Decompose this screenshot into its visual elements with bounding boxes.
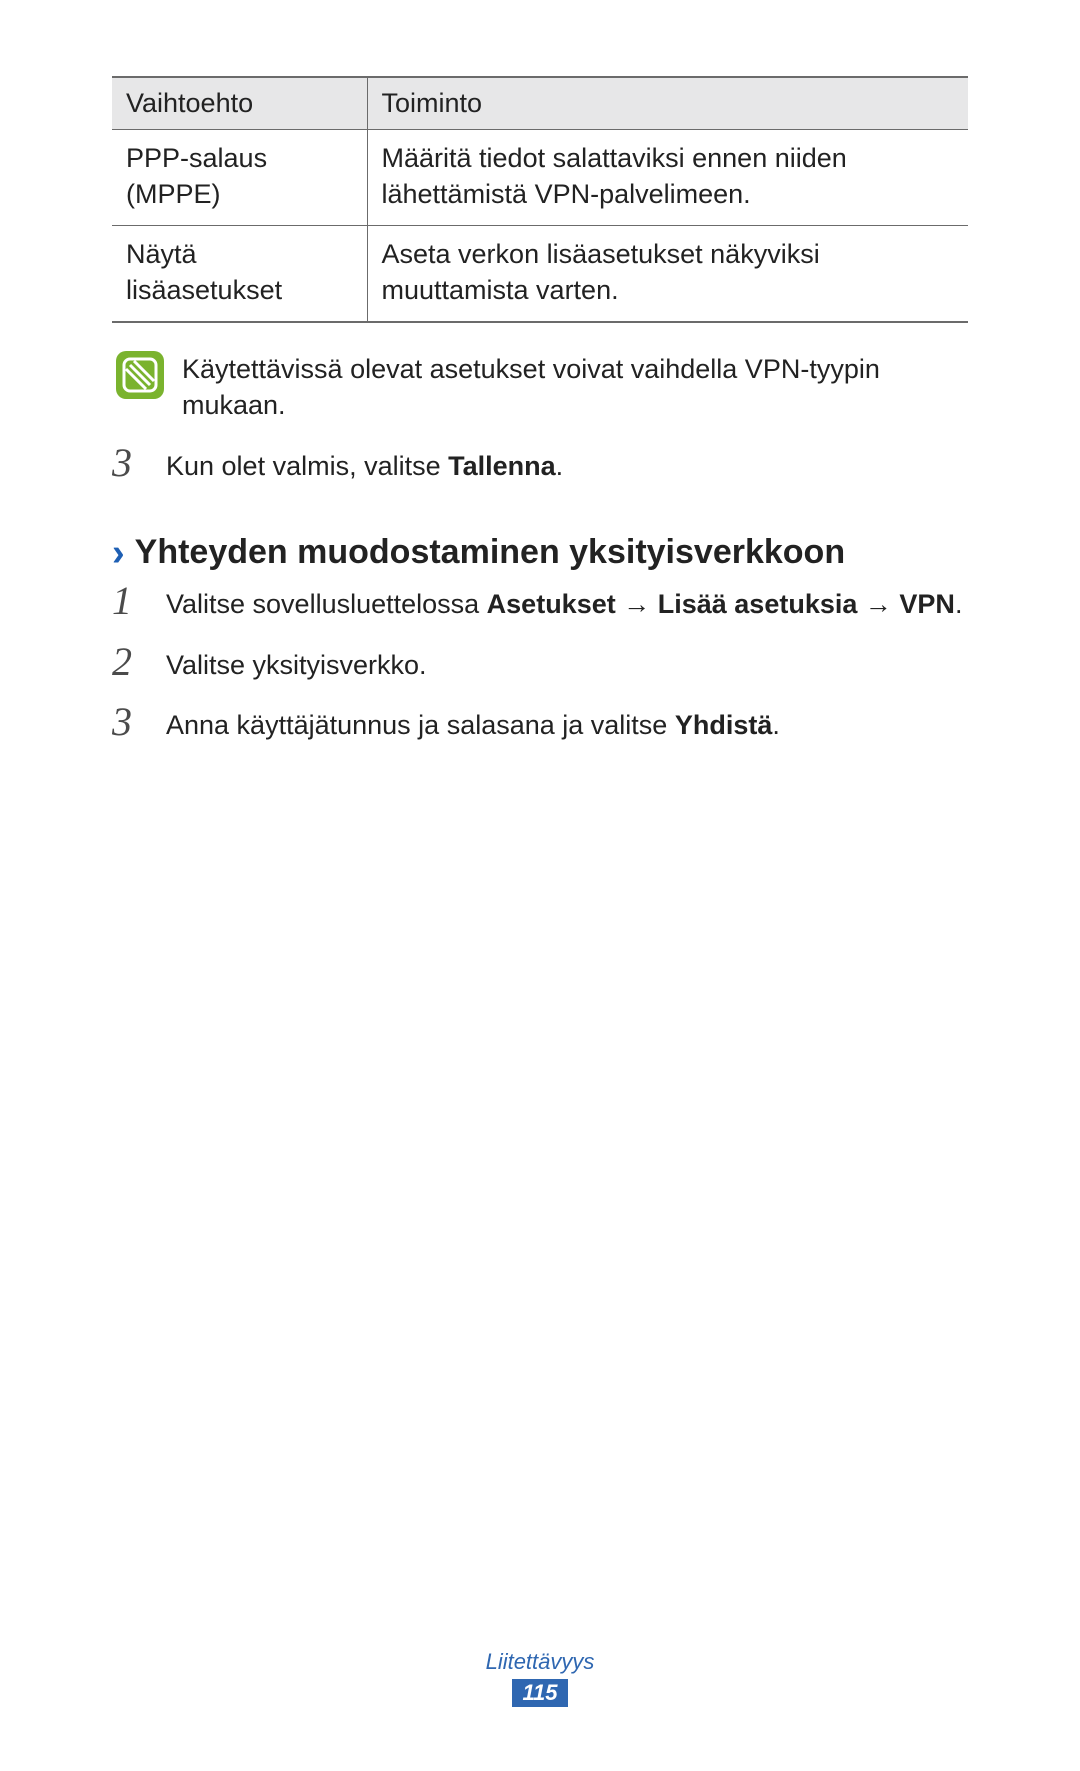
page-footer: Liitettävyys 115 — [0, 1649, 1080, 1707]
step-body: Kun olet valmis, valitse Tallenna. — [166, 442, 563, 484]
section-heading: › Yhteyden muodostaminen yksityisverkkoo… — [112, 532, 968, 572]
step-text: Valitse sovellusluettelossa — [166, 589, 487, 619]
step-text: → — [616, 589, 658, 619]
option-cell: Näytä lisäasetukset — [112, 225, 367, 321]
step-row: 2 Valitse yksityisverkko. — [112, 641, 968, 683]
step-number: 2 — [112, 641, 148, 682]
step-text: Kun olet valmis, valitse — [166, 451, 448, 481]
footer-category: Liitettävyys — [0, 1649, 1080, 1675]
step-bold: Yhdistä — [675, 710, 773, 740]
note-icon — [114, 349, 166, 401]
step-text: Anna käyttäjätunnus ja salasana ja valit… — [166, 710, 675, 740]
table-header-option: Vaihtoehto — [112, 77, 367, 130]
step-row: 3 Kun olet valmis, valitse Tallenna. — [112, 442, 968, 484]
manual-page: Vaihtoehto Toiminto PPP-salaus (MPPE) Mä… — [0, 0, 1080, 1771]
step-text: . — [772, 710, 780, 740]
step-text: → — [857, 589, 899, 619]
table-row: PPP-salaus (MPPE) Määritä tiedot salatta… — [112, 130, 968, 226]
table-row: Näytä lisäasetukset Aseta verkon lisäase… — [112, 225, 968, 321]
step-bold: Asetukset — [487, 589, 616, 619]
step-row: 1 Valitse sovellusluettelossa Asetukset →… — [112, 580, 968, 622]
option-cell: PPP-salaus (MPPE) — [112, 130, 367, 226]
step-number: 3 — [112, 701, 148, 742]
function-cell: Aseta verkon lisäasetukset näkyviksi muu… — [367, 225, 968, 321]
section-title: Yhteyden muodostaminen yksityisverkkoon — [135, 533, 845, 572]
step-bold: Lisää asetuksia — [658, 589, 858, 619]
step-row: 3 Anna käyttäjätunnus ja salasana ja vali… — [112, 701, 968, 743]
footer-page-number: 115 — [512, 1679, 567, 1707]
step-bold: Tallenna — [448, 451, 556, 481]
note-text: Käytettävissä olevat asetukset voivat va… — [182, 349, 968, 424]
step-body: Anna käyttäjätunnus ja salasana ja valit… — [166, 701, 780, 743]
chevron-right-icon: › — [112, 534, 125, 572]
step-bold: VPN — [899, 589, 955, 619]
step-body: Valitse sovellusluettelossa Asetukset → … — [166, 580, 962, 622]
note-row: Käytettävissä olevat asetukset voivat va… — [112, 349, 968, 424]
step-number: 1 — [112, 580, 148, 621]
options-table: Vaihtoehto Toiminto PPP-salaus (MPPE) Mä… — [112, 76, 968, 323]
step-body: Valitse yksityisverkko. — [166, 641, 427, 683]
table-header-row: Vaihtoehto Toiminto — [112, 77, 968, 130]
function-cell: Määritä tiedot salattaviksi ennen niiden… — [367, 130, 968, 226]
step-number: 3 — [112, 442, 148, 483]
step-text: . — [955, 589, 963, 619]
table-header-function: Toiminto — [367, 77, 968, 130]
step-text: . — [556, 451, 564, 481]
step-text: Valitse yksityisverkko. — [166, 650, 427, 680]
